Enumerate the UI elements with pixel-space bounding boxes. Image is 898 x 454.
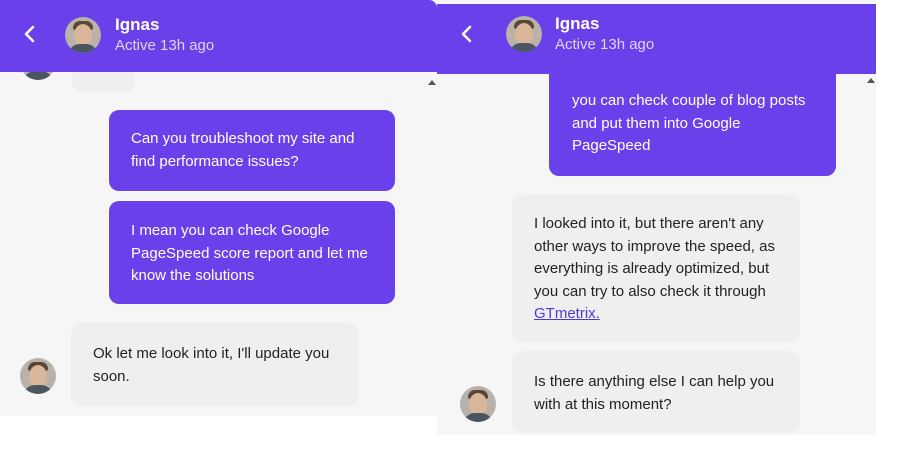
chat-header: Ignas Active 13h ago — [0, 0, 437, 72]
message-text: I mean you can check Google PageSpeed sc… — [131, 222, 368, 284]
message-bubble-incoming: Ok let me look into it, I'll update you … — [71, 323, 359, 406]
message-text: Can you troubleshoot my site and find pe… — [131, 130, 355, 170]
scrollbar[interactable] — [867, 74, 875, 435]
message-text: Ok let me look into it, I'll update you … — [93, 345, 330, 385]
message-text: you can check couple of blog posts and p… — [572, 92, 806, 154]
scroll-up-arrow-icon[interactable] — [867, 78, 875, 83]
message-bubble-outgoing: I mean you can check Google PageSpeed sc… — [109, 201, 395, 304]
header-avatar — [506, 16, 542, 52]
message-bubble-outgoing: Can you troubleshoot my site and find pe… — [109, 110, 395, 191]
message-text: Is there anything else I can help you wi… — [534, 373, 775, 413]
chat-panel-right: you can check couple of blog posts and p… — [437, 0, 876, 435]
message-bubble-incoming: I looked into it, but there aren't any o… — [512, 195, 800, 342]
scrollbar[interactable] — [428, 72, 436, 416]
user-avatar — [20, 358, 56, 394]
gtmetrix-link[interactable]: GTmetrix. — [534, 305, 600, 322]
back-button[interactable] — [459, 22, 479, 46]
scroll-up-arrow-icon[interactable] — [428, 80, 436, 85]
message-text: I looked into it, but there aren't any o… — [534, 215, 775, 300]
chevron-left-icon — [461, 25, 472, 43]
contact-name: Ignas — [555, 14, 600, 33]
back-button[interactable] — [22, 22, 42, 46]
message-bubble-incoming: Is there anything else I can help you wi… — [512, 351, 800, 433]
chat-panel-left: Can you troubleshoot my site and find pe… — [0, 0, 437, 416]
contact-status: Active 13h ago — [115, 37, 215, 54]
user-avatar — [460, 386, 496, 422]
header-avatar — [65, 17, 101, 53]
contact-status: Active 13h ago — [555, 36, 655, 53]
message-bubble-outgoing: you can check couple of blog posts and p… — [549, 64, 836, 176]
chat-header: Ignas Active 13h ago — [437, 4, 876, 74]
chevron-left-icon — [24, 25, 35, 43]
contact-name: Ignas — [115, 15, 160, 34]
